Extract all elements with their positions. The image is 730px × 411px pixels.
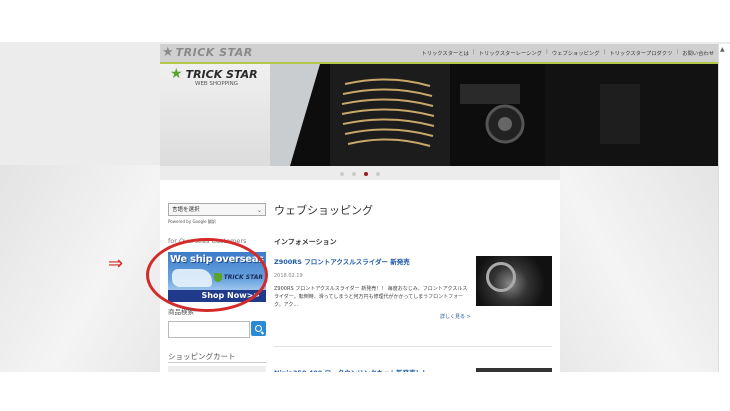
nav-separator: | xyxy=(472,49,475,55)
search-button[interactable] xyxy=(251,321,266,336)
hero-logo: ★ TRICK STAR xyxy=(170,66,258,82)
header-nav: トリックスターとは | トリックスターレーシング | ウェブショッピング | ト… xyxy=(421,49,714,57)
search-icon xyxy=(255,325,262,332)
red-highlight-circle xyxy=(146,238,268,312)
hero-subtitle: WEB SHOPPING xyxy=(195,81,239,87)
background-shape-right xyxy=(560,165,730,372)
nav-separator: | xyxy=(676,49,679,55)
nav-separator: | xyxy=(546,49,548,55)
article-excerpt: Z900RS フロントアクスルスライダー 新発売！！ 毎度おなじみ、フロントアク… xyxy=(274,286,468,308)
nav-item-about[interactable]: トリックスターとは xyxy=(421,49,469,57)
nav-item-contact[interactable]: お問い合わせ xyxy=(682,49,714,57)
information-heading: インフォメーション xyxy=(274,238,337,246)
nav-item-shopping[interactable]: ウェブショッピング xyxy=(552,49,600,57)
slider-dot[interactable] xyxy=(340,172,344,176)
slider-dot[interactable] xyxy=(376,172,380,176)
scrollbar[interactable] xyxy=(718,44,730,372)
nav-separator: | xyxy=(603,49,606,55)
hero-brand: TRICK STAR xyxy=(185,67,258,81)
site-header: ★ TRICK STAR トリックスターとは | トリックスターレーシング | … xyxy=(160,44,718,64)
read-more-link[interactable]: 詳しく見る > xyxy=(440,313,471,320)
article-date: 2018.02.19 xyxy=(274,273,303,279)
article-divider xyxy=(274,346,552,347)
red-arrow-annotation: ⇒ xyxy=(108,253,124,274)
header-brand: TRICK STAR xyxy=(175,46,253,59)
star-icon: ★ xyxy=(170,66,183,82)
top-strip xyxy=(0,0,730,42)
language-select[interactable]: 言語を選択 ⌄ xyxy=(168,203,266,216)
product-search-label: 商品検索 xyxy=(168,308,194,316)
bottom-strip xyxy=(0,372,730,411)
chevron-down-icon: ⌄ xyxy=(256,207,262,214)
language-select-value: 言語を選択 xyxy=(172,207,200,213)
brake-disc-image xyxy=(486,262,516,292)
header-logo[interactable]: ★ TRICK STAR xyxy=(162,46,253,59)
nav-item-racing[interactable]: トリックスターレーシング xyxy=(479,49,542,57)
page-title: ウェブショッピング xyxy=(274,204,373,217)
slider-dot[interactable] xyxy=(352,172,356,176)
powered-by-google: Powered by Google 翻訳 xyxy=(168,219,216,224)
slider-dot-active[interactable] xyxy=(364,172,368,176)
background-shape-left xyxy=(0,165,160,372)
star-icon: ★ xyxy=(162,45,174,60)
article-title-link[interactable]: Z900RS フロントアクスルスライダー 新発売 xyxy=(274,256,410,266)
shopping-cart-label: ショッピングカート xyxy=(168,352,236,361)
divider xyxy=(168,362,266,363)
search-input[interactable] xyxy=(168,321,250,338)
nav-item-products[interactable]: トリックスタープロダクツ xyxy=(609,49,672,57)
hero-slider[interactable]: ★ TRICK STAR WEB SHOPPING xyxy=(160,64,718,166)
slider-dots xyxy=(340,172,380,176)
scroll-up-icon[interactable]: ▲ xyxy=(720,46,725,53)
